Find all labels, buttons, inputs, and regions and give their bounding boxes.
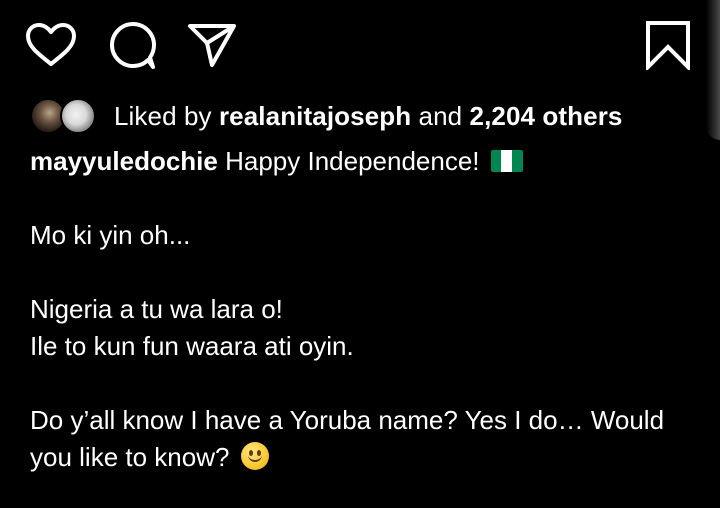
caption-line: Do y’all know I have a Yoruba name? Yes … (30, 405, 665, 472)
bookmark-icon[interactable] (645, 20, 691, 70)
post-action-bar (0, 0, 720, 90)
likes-summary[interactable]: Liked by realanitajoseph and 2,204 other… (30, 96, 623, 136)
likes-conjunction: and (418, 100, 463, 131)
smiley-icon (240, 442, 269, 470)
comment-icon[interactable] (108, 22, 158, 70)
scroll-edge[interactable] (706, 0, 720, 140)
likes-prefix: Liked by (114, 100, 212, 131)
caption-first-line: Happy Independence! (225, 146, 480, 176)
liker-avatars (30, 98, 100, 134)
caption-username[interactable]: mayyuledochie (30, 146, 218, 176)
liker-username[interactable]: realanitajoseph (219, 101, 411, 132)
post-caption: mayyuledochie Happy Independence! Mo ki … (30, 143, 700, 476)
send-icon[interactable] (187, 22, 237, 68)
avatar (60, 98, 96, 134)
likes-count[interactable]: 2,204 others (470, 101, 623, 132)
caption-line: Nigeria a tu wa lara o! (30, 294, 283, 324)
heart-icon[interactable] (25, 22, 77, 68)
caption-line: Mo ki yin oh... (30, 220, 191, 250)
caption-line: Ile to kun fun waara ati oyin. (30, 331, 354, 361)
nigeria-flag-icon (490, 150, 523, 172)
